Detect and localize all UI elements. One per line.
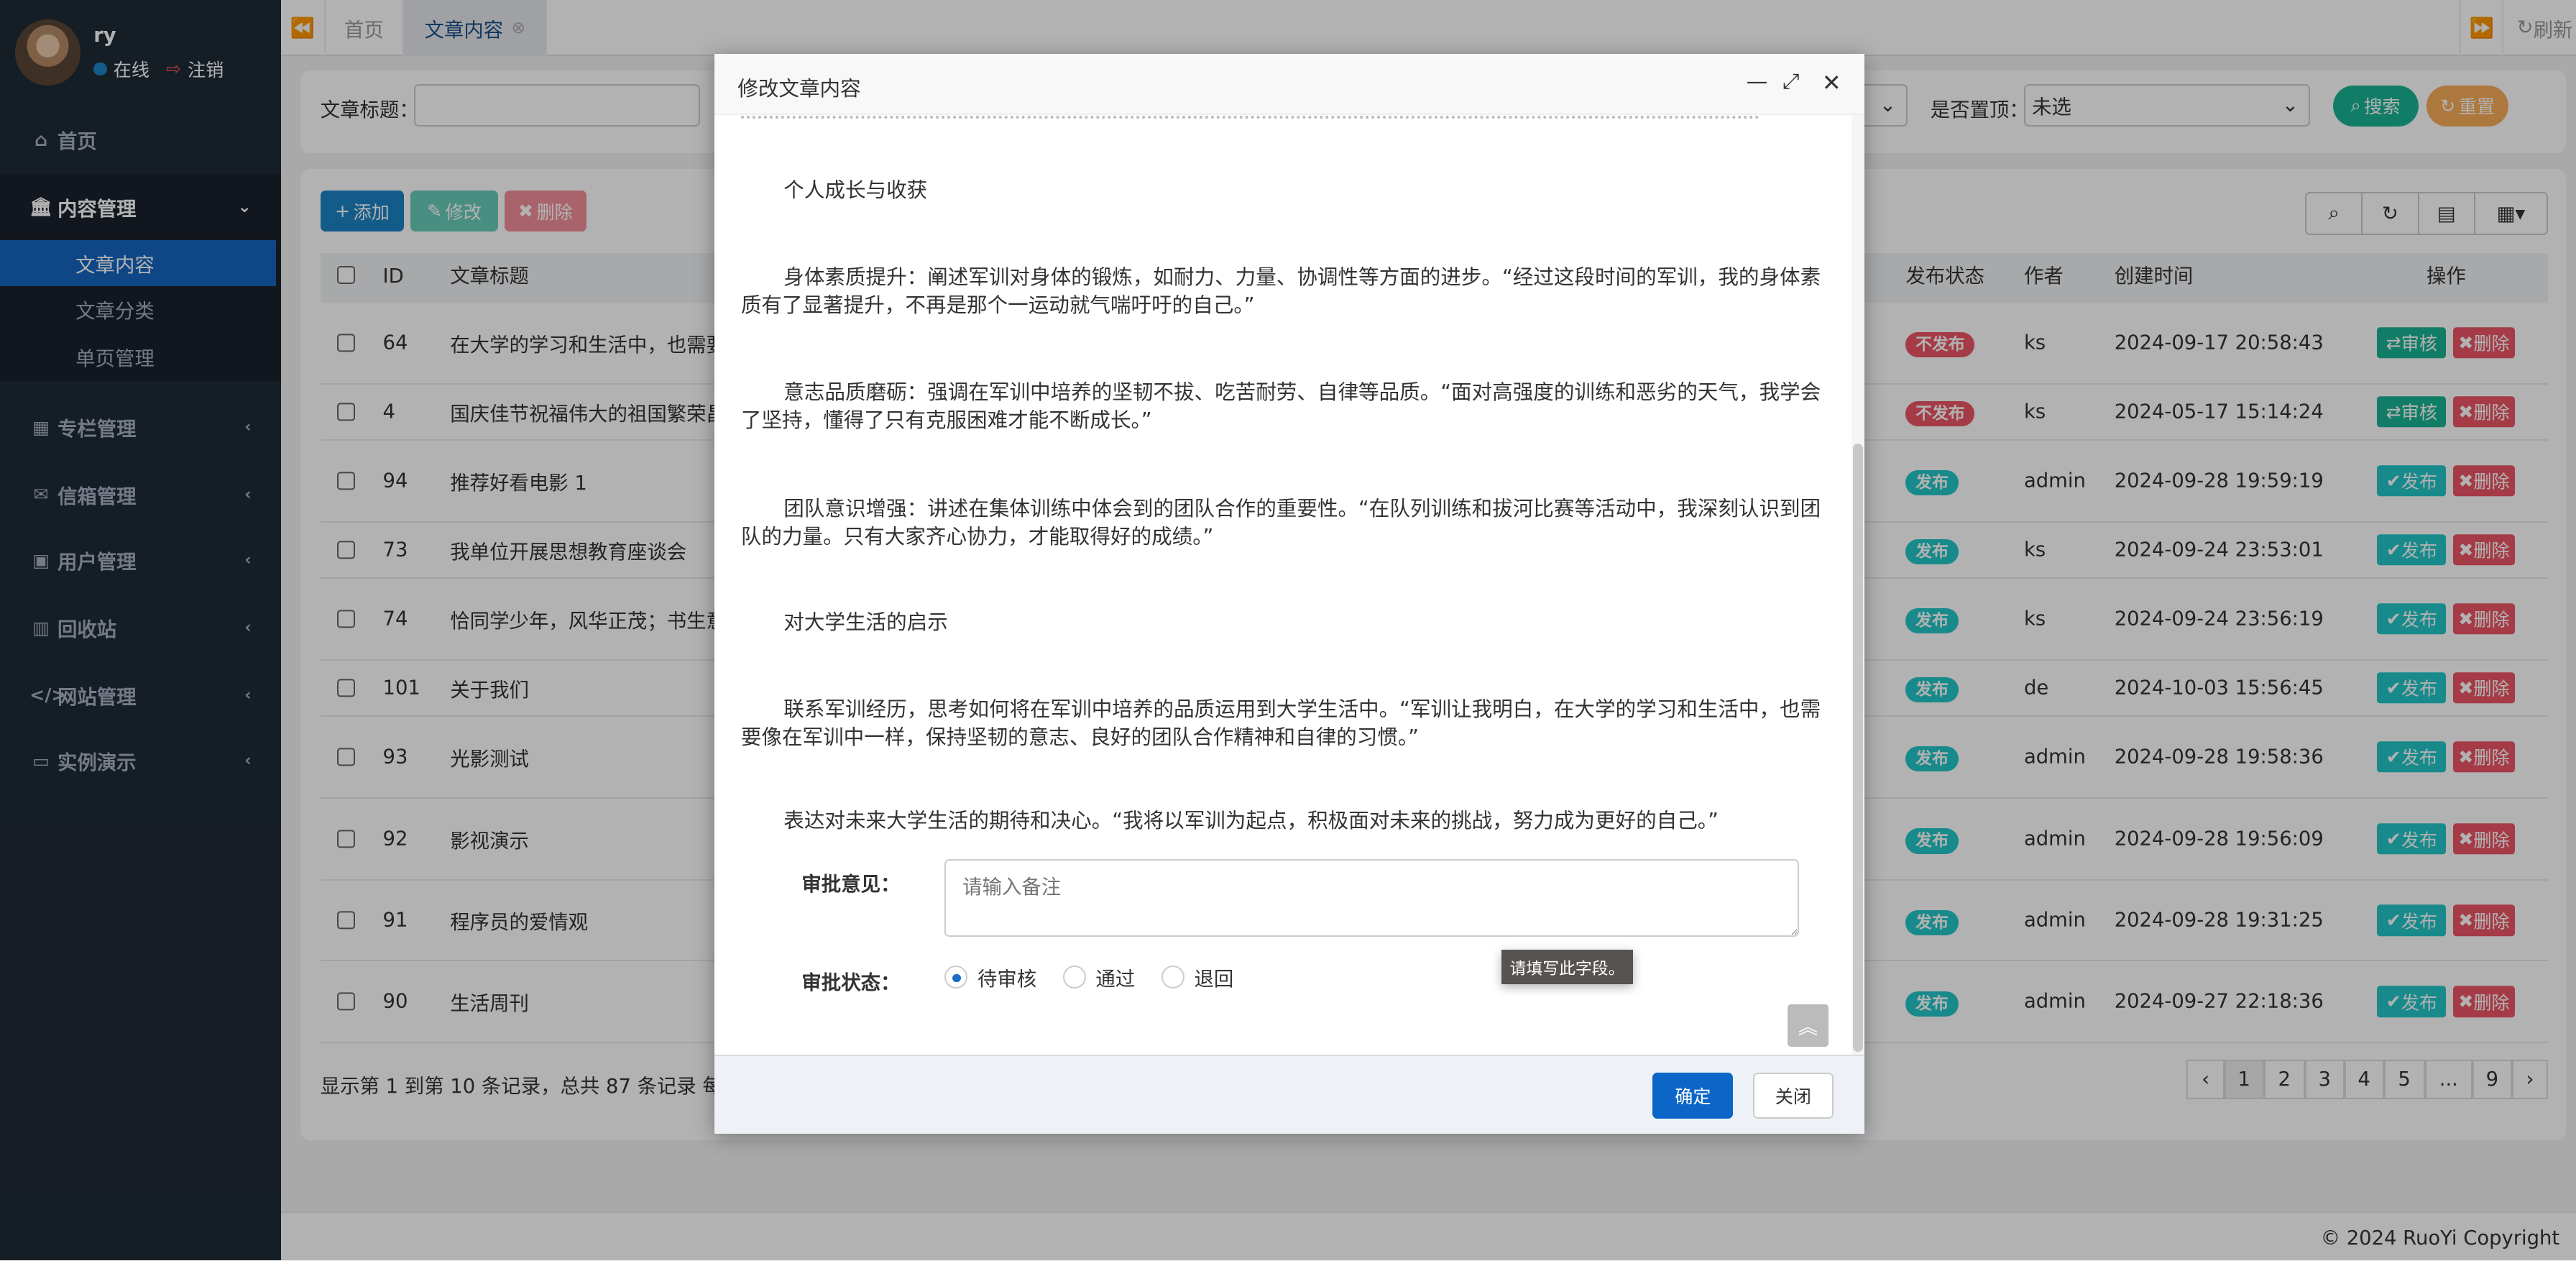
validation-tooltip: 请填写此字段。 <box>1501 950 1633 984</box>
article-paragraph: 对大学生活的启示 <box>741 608 1826 636</box>
minimize-icon[interactable]: — <box>1747 69 1768 94</box>
radio-pending[interactable] <box>944 966 967 989</box>
modal-header: 修改文章内容 — ⤢ ✕ <box>714 54 1864 115</box>
remark-label: 审批意见： <box>801 868 900 897</box>
status-label: 审批状态： <box>801 966 900 995</box>
edit-article-modal: 修改文章内容 — ⤢ ✕ 个人成长与收获 身体素质提升：阐述军训对身体的锻炼，如… <box>714 54 1864 1134</box>
remark-textarea[interactable] <box>944 859 1799 936</box>
modal-body: 个人成长与收获 身体素质提升：阐述军训对身体的锻炼，如耐力、力量、协调性等方面的… <box>714 115 1864 1055</box>
scrollbar-thumb[interactable] <box>1853 444 1863 1052</box>
article-paragraph: 个人成长与收获 <box>741 176 1826 204</box>
article-paragraph: 表达对未来大学生活的期待和决心。“我将以军训为起点，积极面对未来的挑战，努力成为… <box>741 807 1826 835</box>
scrollbar-track[interactable] <box>1852 115 1864 1055</box>
radio-label: 待审核 <box>978 963 1036 991</box>
radio-approve[interactable] <box>1063 966 1086 989</box>
modal-title: 修改文章内容 <box>737 73 860 102</box>
clipped-text-line <box>741 115 1760 119</box>
modal-footer: 确定 关闭 <box>714 1055 1864 1134</box>
close-button[interactable]: 关闭 <box>1753 1073 1834 1119</box>
maximize-icon[interactable]: ⤢ <box>1782 69 1800 94</box>
article-paragraph: 团队意识增强：讲述在集体训练中体会到的团队合作的重要性。“在队列训练和拔河比赛等… <box>741 495 1826 551</box>
back-to-top-button[interactable]: ︽ <box>1788 1004 1828 1047</box>
radio-label: 通过 <box>1095 963 1135 991</box>
article-paragraph: 身体素质提升：阐述军训对身体的锻炼，如耐力、力量、协调性等方面的进步。“经过这段… <box>741 263 1826 319</box>
article-paragraph: 联系军训经历，思考如何将在军训中培养的品质运用到大学生活中。“军训让我明白，在大… <box>741 695 1826 751</box>
double-chevron-up-icon: ︽ <box>1798 1011 1818 1040</box>
radio-label: 退回 <box>1194 963 1233 991</box>
status-radio-group: 待审核 通过 退回 <box>944 963 1233 991</box>
radio-reject[interactable] <box>1162 966 1184 989</box>
confirm-button[interactable]: 确定 <box>1652 1073 1733 1119</box>
close-icon[interactable]: ✕ <box>1822 69 1841 96</box>
article-paragraph: 意志品质磨砺：强调在军训中培养的坚韧不拔、吃苦耐劳、自律等品质。“面对高强度的训… <box>741 378 1826 434</box>
